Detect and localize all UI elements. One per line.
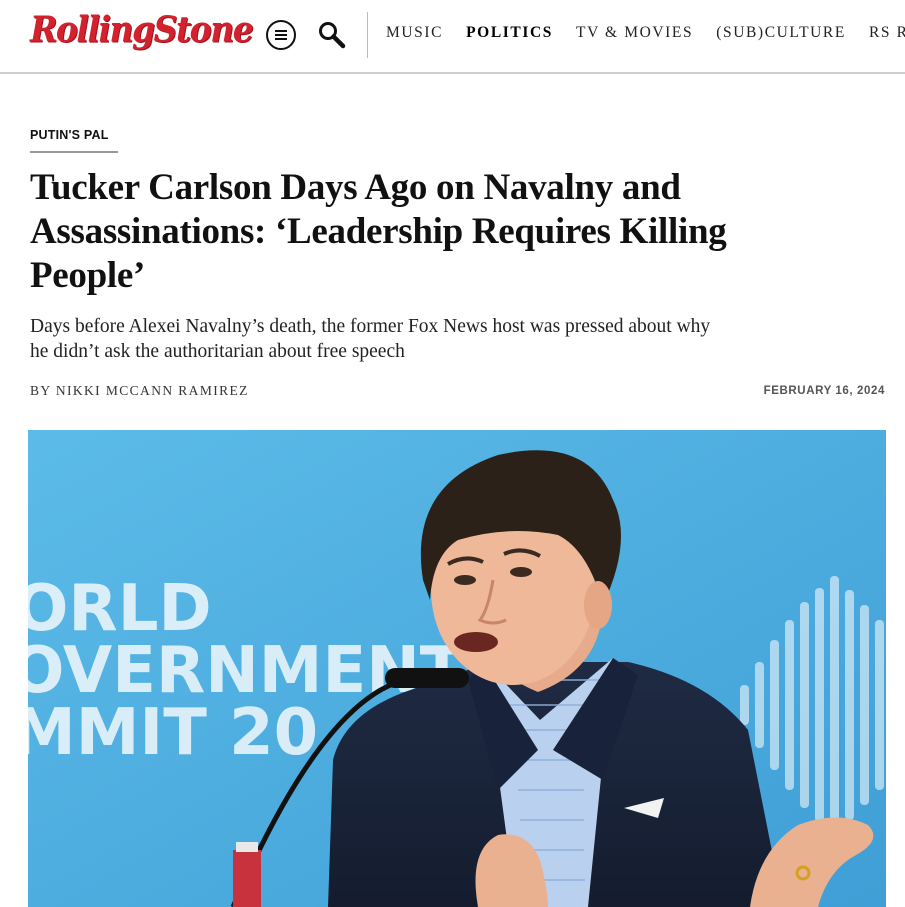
article-kicker[interactable]: PUTIN'S PAL	[30, 128, 109, 142]
article-dek: Days before Alexei Navalny’s death, the …	[30, 316, 711, 362]
site-header: RollingStone Music Politics TV & Movies …	[0, 0, 905, 74]
hamburger-menu-icon[interactable]	[266, 20, 296, 50]
article-date: February 16, 2024	[763, 385, 885, 397]
header-divider	[367, 12, 368, 58]
nav-item-tv-movies[interactable]: TV & Movies	[576, 24, 693, 42]
article-headline: Tucker Carlson Days Ago on Navalny and A…	[30, 167, 727, 296]
water-bottle	[233, 842, 261, 907]
primary-nav: Music Politics TV & Movies (Sub)Culture …	[386, 24, 905, 42]
nav-item-music[interactable]: Music	[386, 24, 443, 42]
kicker-underline	[30, 151, 118, 153]
nav-item-rs-recommends[interactable]: RS R	[869, 24, 905, 42]
nav-item-subculture[interactable]: (Sub)Culture	[716, 24, 846, 42]
article-byline[interactable]: By Nikki McCann Ramirez	[30, 383, 249, 399]
search-icon[interactable]	[317, 20, 347, 50]
nav-item-politics[interactable]: Politics	[466, 24, 553, 42]
backdrop-text-line: MMIT 20	[28, 696, 318, 770]
rolling-stone-logo[interactable]: RollingStone	[30, 8, 254, 50]
hero-image: ORLD OVERNMENT MMIT 20	[28, 430, 886, 907]
